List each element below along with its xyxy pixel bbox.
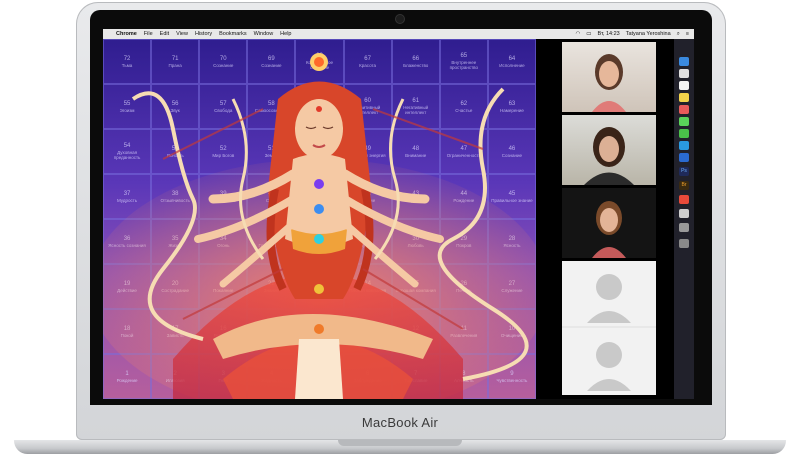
chakra-throat-dot (314, 204, 324, 214)
menu-file[interactable]: File (144, 31, 153, 37)
notes-icon[interactable] (679, 93, 689, 102)
video-tile-participant-3[interactable] (562, 188, 656, 258)
wifi-icon[interactable]: ◠ (575, 31, 580, 37)
menu-app-name[interactable]: Chrome (116, 31, 137, 37)
video-call-panel (536, 39, 674, 399)
menu-list-icon[interactable]: ≡ (686, 31, 689, 37)
brand-label: MacBook Air (361, 415, 439, 430)
screen: Chrome File Edit View History Bookmarks … (103, 29, 694, 399)
video-tile-participants-4-5[interactable] (562, 261, 656, 395)
menu-view[interactable]: View (176, 31, 188, 37)
video-tile-participant-1[interactable] (562, 42, 656, 112)
keynote-icon[interactable] (679, 223, 689, 232)
skype-icon[interactable] (679, 141, 689, 150)
messages-icon[interactable] (679, 117, 689, 126)
photos-icon[interactable] (679, 105, 689, 114)
chakra-solar-dot (314, 284, 324, 294)
participant-1-video (592, 54, 626, 112)
search-icon[interactable]: ⌕ (677, 31, 680, 38)
participant-2-video (584, 127, 634, 185)
menu-status-area: ◠ ▭ Вт, 14:23 Tatyana Yeroshina ⌕ ≡ (569, 31, 694, 38)
trash-icon[interactable] (679, 239, 689, 248)
finder-icon[interactable] (679, 57, 689, 66)
menu-bar: Chrome File Edit View History Bookmarks … (103, 29, 694, 39)
participant-3-video (592, 201, 626, 258)
facetime-icon[interactable] (679, 129, 689, 138)
goddess-illustration (103, 53, 536, 399)
chrome-icon-2[interactable] (679, 195, 689, 204)
game-board: 72Тьма71Прана70Сознание69Сознание68Косми… (103, 39, 536, 399)
menu-edit[interactable]: Edit (160, 31, 169, 37)
menu-window[interactable]: Window (254, 31, 274, 37)
chakra-sacral-dot (314, 324, 324, 334)
camera-icon (396, 15, 404, 23)
menu-clock[interactable]: Вт, 14:23 (598, 31, 620, 37)
avatar-icon-1 (596, 274, 622, 300)
chrome-icon[interactable] (679, 153, 689, 162)
preview-icon[interactable] (679, 209, 689, 218)
bridge-icon[interactable]: Br (679, 181, 689, 190)
avatar-icon-2 (596, 342, 622, 368)
chakra-heart-dot (314, 234, 324, 244)
safari-icon[interactable] (679, 69, 689, 78)
menu-help[interactable]: Help (280, 31, 291, 37)
menu-user[interactable]: Tatyana Yeroshina (626, 31, 671, 37)
menu-bookmarks[interactable]: Bookmarks (219, 31, 247, 37)
menu-history[interactable]: History (195, 31, 212, 37)
dock: Ps Br (674, 39, 694, 399)
photoshop-icon[interactable]: Ps (679, 167, 689, 176)
battery-icon[interactable]: ▭ (586, 31, 591, 37)
avatar-placeholder-icons (562, 274, 656, 391)
laptop-notch (338, 440, 462, 446)
calendar-icon[interactable] (679, 81, 689, 90)
video-tile-participant-2[interactable] (562, 115, 656, 185)
chakra-crown-dot (314, 179, 324, 189)
